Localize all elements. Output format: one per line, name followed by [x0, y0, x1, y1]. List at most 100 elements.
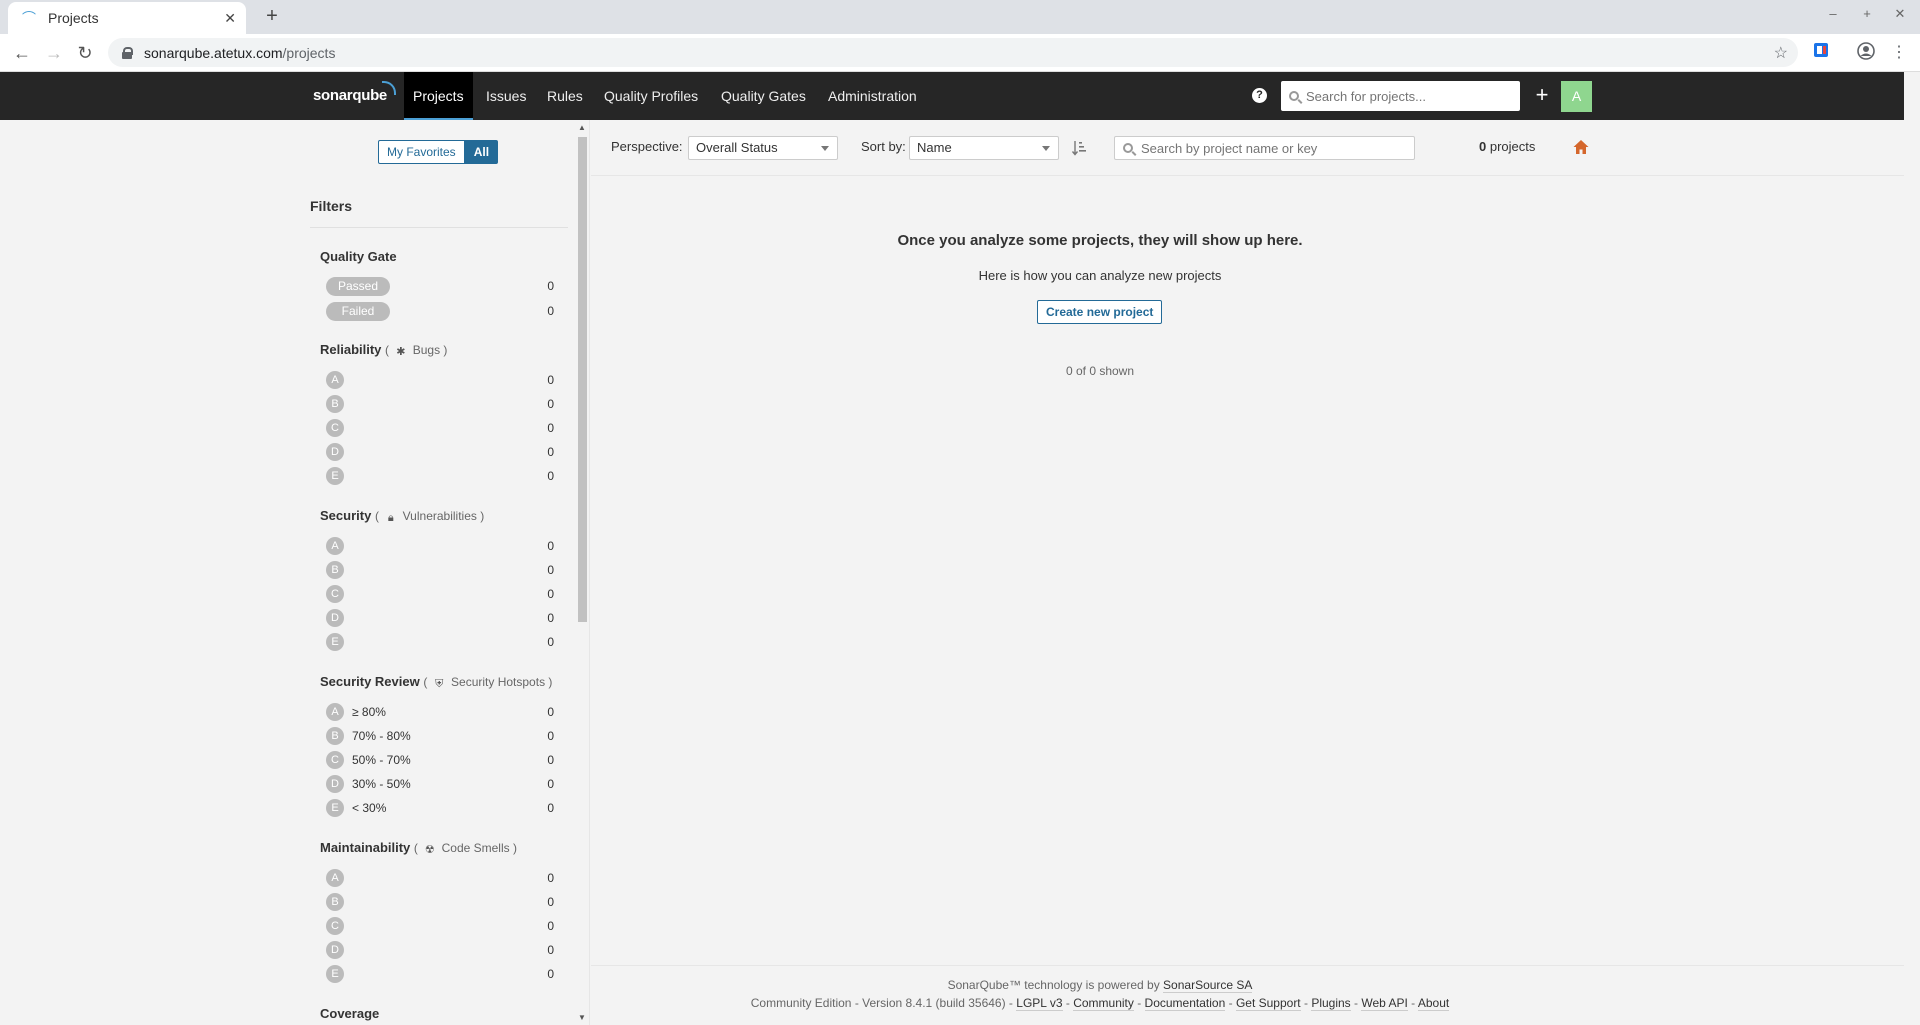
footer-link-license[interactable]: LGPL v3 — [1016, 996, 1063, 1011]
scroll-up-arrow[interactable]: ▲ — [578, 123, 586, 132]
rating-badge: D — [326, 609, 344, 627]
maintainability-title: Maintainability — [320, 840, 411, 855]
nav-rules[interactable]: Rules — [538, 72, 592, 120]
footer-link-plugins[interactable]: Plugins — [1311, 996, 1351, 1011]
maintainability-row-e[interactable]: E0 — [326, 964, 554, 984]
menu-kebab-icon[interactable]: ⋮ — [1888, 42, 1910, 64]
sort-select[interactable]: Name — [909, 136, 1059, 160]
nav-quality-profiles[interactable]: Quality Profiles — [595, 72, 707, 120]
perspective-select[interactable]: Overall Status — [688, 136, 838, 160]
avatar[interactable]: A — [1561, 81, 1592, 112]
create-plus-icon[interactable]: + — [1527, 81, 1557, 111]
help-icon[interactable]: ? — [1252, 88, 1267, 103]
project-search-input[interactable] — [1141, 140, 1411, 156]
footer-link-sonarsource[interactable]: SonarSource SA — [1163, 978, 1253, 993]
facet-count: 0 — [547, 445, 554, 459]
nav-projects[interactable]: Projects — [404, 72, 473, 120]
facet-count: 0 — [547, 397, 554, 411]
sidebar-scrollbar-thumb[interactable] — [578, 137, 587, 622]
rating-badge: B — [326, 395, 344, 413]
search-icon — [1289, 91, 1299, 101]
global-search-input[interactable] — [1306, 88, 1506, 104]
reliability-row-e[interactable]: E0 — [326, 466, 554, 486]
new-tab-icon[interactable]: + — [260, 5, 284, 29]
create-new-project-button[interactable]: Create new project — [1037, 300, 1163, 324]
failed-pill: Failed — [326, 301, 390, 321]
security-review-header[interactable]: Security Review ( ⛨ Security Hotspots ) — [320, 674, 552, 690]
filters-title: Filters — [310, 198, 353, 214]
bookmark-star-icon[interactable]: ☆ — [1774, 43, 1788, 63]
maintainability-row-c[interactable]: C0 — [326, 916, 554, 936]
rating-badge: A — [326, 869, 344, 887]
security-review-row-d[interactable]: D 30% - 50% 0 — [326, 774, 554, 794]
close-window-icon[interactable]: ✕ — [1890, 6, 1910, 22]
security-review-row-e[interactable]: E < 30% 0 — [326, 798, 554, 818]
address-bar[interactable]: sonarqube.atetux.com/projects ☆ — [108, 38, 1798, 67]
security-header[interactable]: Security ( 🔒︎ Vulnerabilities ) — [320, 508, 484, 524]
all-button[interactable]: All — [464, 140, 499, 164]
maintainability-row-b[interactable]: B0 — [326, 892, 554, 912]
shield-icon: ⛨ — [435, 678, 444, 690]
facet-count: 0 — [547, 635, 554, 649]
scroll-down-arrow[interactable]: ▼ — [578, 1013, 586, 1022]
coverage-header[interactable]: Coverage — [320, 1006, 379, 1021]
extension-icon[interactable] — [1810, 42, 1832, 64]
reliability-header[interactable]: Reliability ( ✱ Bugs ) — [320, 342, 447, 358]
close-tab-icon[interactable]: ✕ — [224, 10, 236, 27]
maintainability-row-a[interactable]: A0 — [326, 868, 554, 888]
footer-powered-by: SonarQube™ technology is powered by Sona… — [591, 978, 1609, 993]
reliability-row-a[interactable]: A0 — [326, 370, 554, 390]
security-row-d[interactable]: D0 — [326, 608, 554, 628]
back-icon[interactable]: ← — [10, 41, 34, 65]
quality-gate-passed-row[interactable]: Passed 0 — [326, 276, 554, 296]
footer-link-community[interactable]: Community — [1073, 996, 1134, 1011]
sort-direction-icon[interactable] — [1071, 139, 1087, 157]
facet-count: 0 — [547, 279, 554, 293]
maintainability-row-d[interactable]: D0 — [326, 940, 554, 960]
minimize-icon[interactable]: – — [1823, 6, 1843, 21]
footer-link-about[interactable]: About — [1417, 996, 1450, 1011]
security-row-a[interactable]: A0 — [326, 536, 554, 556]
nav-issues[interactable]: Issues — [477, 72, 535, 120]
nav-quality-gates[interactable]: Quality Gates — [712, 72, 815, 120]
range-label: 30% - 50% — [352, 777, 411, 791]
range-label: 50% - 70% — [352, 753, 411, 767]
sonarqube-logo[interactable]: sonarqube — [313, 81, 396, 104]
rating-badge: E — [326, 633, 344, 651]
footer-link-webapi[interactable]: Web API — [1361, 996, 1408, 1011]
home-icon[interactable] — [1572, 138, 1590, 156]
footer-link-documentation[interactable]: Documentation — [1144, 996, 1226, 1011]
security-sub-label: Vulnerabilities — [402, 509, 477, 523]
project-search[interactable] — [1114, 136, 1415, 160]
reliability-row-b[interactable]: B0 — [326, 394, 554, 414]
my-favorites-button[interactable]: My Favorites — [378, 140, 465, 164]
projects-count: 0 projects — [1479, 139, 1535, 154]
maintainability-header[interactable]: Maintainability ( ☢ Code Smells ) — [320, 840, 517, 856]
restore-icon[interactable]: + — [1857, 6, 1877, 21]
security-review-row-a[interactable]: A ≥ 80% 0 — [326, 702, 554, 722]
security-row-c[interactable]: C0 — [326, 584, 554, 604]
footer-divider — [591, 965, 1904, 966]
reliability-row-c[interactable]: C0 — [326, 418, 554, 438]
forward-icon[interactable]: → — [42, 41, 66, 65]
reliability-row-d[interactable]: D0 — [326, 442, 554, 462]
facet-count: 0 — [547, 919, 554, 933]
security-row-b[interactable]: B0 — [326, 560, 554, 580]
facet-count: 0 — [547, 611, 554, 625]
footer-links: Community Edition - Version 8.4.1 (build… — [750, 996, 1450, 1011]
perspective-label: Perspective: — [611, 139, 683, 154]
global-search[interactable] — [1281, 81, 1520, 111]
quality-gate-header[interactable]: Quality Gate — [320, 249, 397, 264]
security-row-e[interactable]: E0 — [326, 632, 554, 652]
footer-version: Version 8.4.1 (build 35646) — [862, 996, 1006, 1010]
quality-gate-failed-row[interactable]: Failed 0 — [326, 301, 554, 321]
nav-administration[interactable]: Administration — [819, 72, 926, 120]
reload-icon[interactable]: ↻ — [73, 41, 97, 65]
security-review-row-c[interactable]: C 50% - 70% 0 — [326, 750, 554, 770]
footer-link-support[interactable]: Get Support — [1235, 996, 1301, 1011]
browser-toolbar: ← → ↻ sonarqube.atetux.com/projects ☆ ⋮ — [0, 34, 1920, 72]
profile-icon[interactable] — [1855, 42, 1877, 64]
facet-count: 0 — [547, 871, 554, 885]
browser-tab[interactable]: ⌒ Projects ✕ — [8, 2, 246, 34]
security-review-row-b[interactable]: B 70% - 80% 0 — [326, 726, 554, 746]
